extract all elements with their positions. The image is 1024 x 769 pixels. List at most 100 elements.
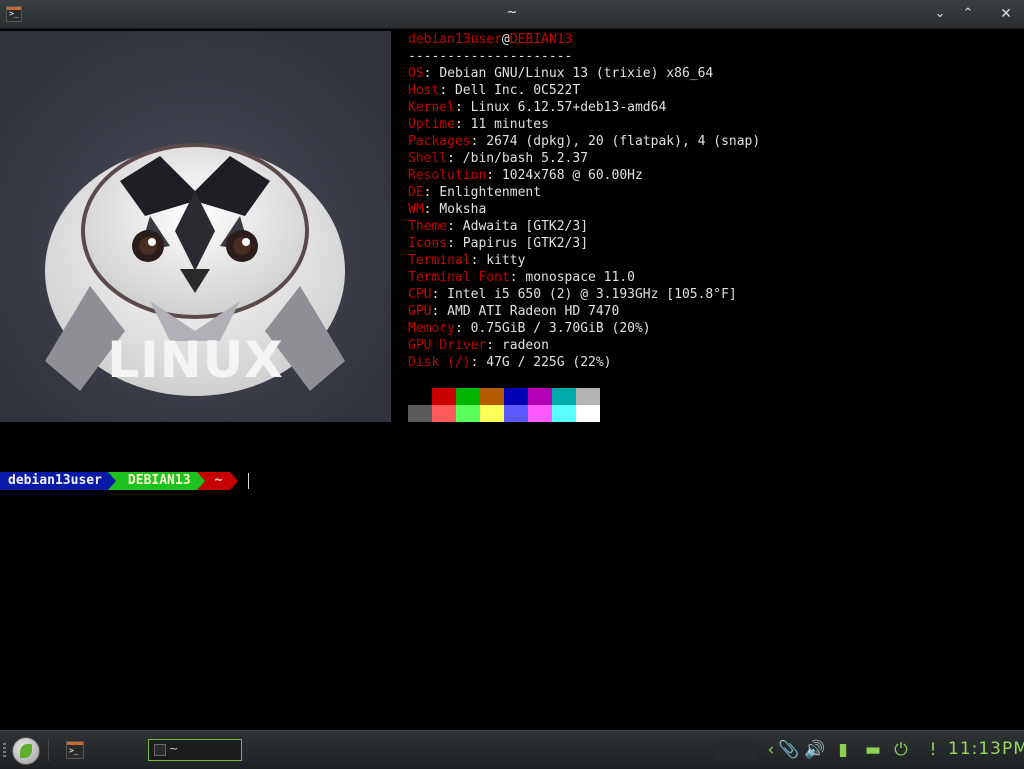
- info-value: 0.75GiB / 3.70GiB (20%): [470, 321, 651, 336]
- info-colon: :: [454, 321, 471, 336]
- info-line: WM: Moksha: [408, 201, 760, 218]
- shelf-handle-icon[interactable]: [3, 743, 6, 757]
- terminal-area[interactable]: LINUX debian13user@DEBIAN13 -------------…: [0, 29, 1024, 729]
- info-colon: :: [470, 355, 487, 370]
- color-swatch: [408, 388, 432, 405]
- taskbar-window-button[interactable]: ~: [148, 739, 242, 761]
- info-line: Packages: 2674 (dpkg), 20 (flatpak), 4 (…: [408, 133, 760, 150]
- color-swatch: [480, 388, 504, 405]
- prompt-user: debian13user: [0, 472, 108, 490]
- shell-prompt[interactable]: debian13user DEBIAN13 ~: [0, 472, 250, 490]
- info-colon: :: [447, 236, 463, 251]
- info-key: Kernel: [408, 100, 455, 115]
- info-colon: :: [486, 338, 502, 353]
- info-key: Terminal: [408, 253, 471, 268]
- prompt-end-icon: [230, 472, 239, 490]
- info-value: AMD ATI Radeon HD 7470: [447, 304, 620, 319]
- text-cursor: [248, 473, 250, 489]
- window-title: ~: [506, 5, 518, 20]
- user-host-line: debian13user@DEBIAN13: [408, 31, 760, 48]
- info-line: GPU Driver: radeon: [408, 337, 760, 354]
- color-swatch: [432, 388, 456, 405]
- close-button[interactable]: ✕: [996, 4, 1016, 24]
- info-value: Linux 6.12.57+deb13-amd64: [470, 100, 667, 115]
- info-key: WM: [408, 202, 424, 217]
- paperclip-icon[interactable]: 📎: [778, 739, 800, 761]
- info-key: Theme: [408, 219, 448, 234]
- info-line: Terminal: kitty: [408, 252, 760, 269]
- info-key: OS: [408, 66, 424, 81]
- info-line: Shell: /bin/bash 5.2.37: [408, 150, 760, 167]
- info-line: Theme: Adwaita [GTK2/3]: [408, 218, 760, 235]
- taskbar-window-title: ~: [169, 742, 179, 755]
- info-key: GPU Driver: [408, 338, 487, 353]
- username: debian13user: [408, 32, 502, 47]
- terminal-launcher-icon[interactable]: >_: [66, 741, 84, 759]
- info-line: Icons: Papirus [GTK2/3]: [408, 235, 760, 252]
- separator-line: ---------------------: [408, 49, 573, 64]
- leaf-start-icon[interactable]: [12, 737, 40, 765]
- color-swatch: [552, 405, 576, 422]
- info-value: 11 minutes: [470, 117, 549, 132]
- info-colon: :: [454, 100, 471, 115]
- info-value: 1024x768 @ 60.00Hz: [501, 168, 643, 183]
- color-swatch: [576, 388, 600, 405]
- info-value: Moksha: [439, 202, 487, 217]
- battery-icon[interactable]: ▮: [832, 739, 854, 761]
- info-colon: :: [454, 117, 471, 132]
- hostname: DEBIAN13: [509, 32, 573, 47]
- info-value: Intel i5 650 (2) @ 3.193GHz [105.8°F]: [447, 287, 737, 302]
- info-colon: :: [470, 134, 487, 149]
- color-palette: [408, 388, 600, 422]
- info-colon: :: [423, 66, 440, 81]
- systray-box: [714, 741, 758, 761]
- penguin-logo: LINUX: [0, 31, 391, 422]
- info-key: Uptime: [408, 117, 455, 132]
- info-colon: :: [470, 253, 487, 268]
- prompt-dir: ~: [204, 472, 231, 490]
- color-swatch: [408, 405, 432, 422]
- info-line: Resolution: 1024x768 @ 60.00Hz: [408, 167, 760, 184]
- info-key: Disk (/): [408, 355, 471, 370]
- maximize-button[interactable]: ⌃: [958, 4, 978, 24]
- info-value: 47G / 225G (22%): [486, 355, 612, 370]
- minimize-button[interactable]: ⌄: [930, 4, 950, 24]
- info-value: radeon: [501, 338, 549, 353]
- logo-text: LINUX: [107, 331, 284, 389]
- color-swatch: [528, 405, 552, 422]
- info-line: DE: Enlightenment: [408, 184, 760, 201]
- color-swatch: [528, 388, 552, 405]
- info-line: Terminal Font: monospace 11.0: [408, 269, 760, 286]
- info-value: Enlightenment: [439, 185, 542, 200]
- info-line: Uptime: 11 minutes: [408, 116, 760, 133]
- info-line: GPU: AMD ATI Radeon HD 7470: [408, 303, 760, 320]
- info-value: Papirus [GTK2/3]: [462, 236, 589, 251]
- volume-icon[interactable]: 🔊: [804, 739, 826, 761]
- info-key: Resolution: [408, 168, 487, 183]
- info-colon: :: [423, 202, 440, 217]
- neofetch-info: debian13user@DEBIAN13 -------------------…: [408, 31, 760, 371]
- info-value: kitty: [486, 253, 526, 268]
- info-colon: :: [431, 287, 448, 302]
- info-value: monospace 11.0: [525, 270, 635, 285]
- info-key: GPU: [408, 304, 432, 319]
- power-icon[interactable]: ⏻: [890, 739, 912, 761]
- alert-icon[interactable]: !: [922, 739, 944, 761]
- color-swatch: [504, 405, 528, 422]
- info-value: 2674 (dpkg), 20 (flatpak), 4 (snap): [486, 134, 761, 149]
- info-key: Host: [408, 83, 440, 98]
- info-line: Host: Dell Inc. 0C522T: [408, 82, 760, 99]
- palette-row-bright: [408, 405, 600, 422]
- clock[interactable]: 11:13PM: [948, 739, 1024, 759]
- info-line: OS: Debian GNU/Linux 13 (trixie) x86_64: [408, 65, 760, 82]
- network-icon[interactable]: ▬: [862, 739, 884, 761]
- prompt-separator-icon: [107, 472, 116, 490]
- color-swatch: [504, 388, 528, 405]
- info-key: CPU: [408, 287, 432, 302]
- divider: [48, 739, 49, 761]
- window-titlebar[interactable]: >_ ~ ⌄ ⌃ ✕: [0, 0, 1024, 29]
- info-colon: :: [439, 83, 455, 98]
- info-colon: :: [486, 168, 502, 183]
- info-value: Debian GNU/Linux 13 (trixie) x86_64: [439, 66, 714, 81]
- info-colon: :: [423, 185, 440, 200]
